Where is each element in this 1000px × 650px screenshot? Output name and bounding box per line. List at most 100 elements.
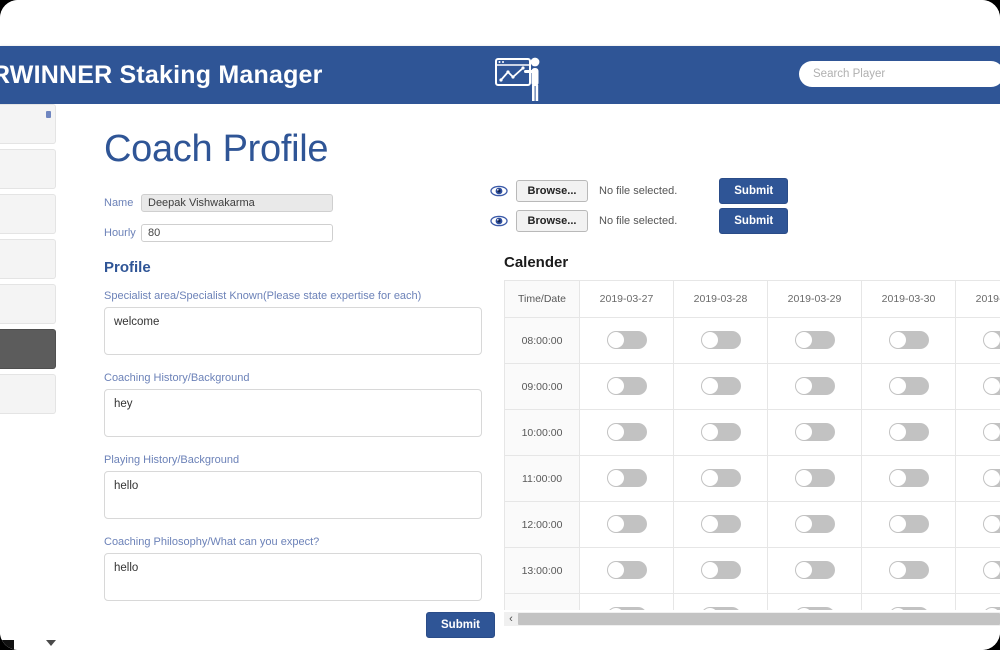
availability-toggle[interactable] <box>794 377 835 396</box>
availability-toggle[interactable] <box>888 515 929 534</box>
availability-toggle[interactable] <box>606 607 647 610</box>
slot-cell[interactable] <box>861 593 956 610</box>
sidebar-item-2[interactable] <box>0 149 56 189</box>
slot-cell[interactable] <box>861 317 956 364</box>
sidebar-item-5[interactable] <box>0 284 56 324</box>
availability-toggle[interactable] <box>794 469 835 488</box>
coaching-history-textarea[interactable]: hey <box>104 389 482 437</box>
availability-toggle[interactable] <box>700 469 741 488</box>
slot-cell[interactable] <box>579 317 674 364</box>
availability-toggle[interactable] <box>700 607 741 610</box>
sidebar-item-1[interactable] <box>0 104 56 144</box>
availability-toggle[interactable] <box>700 561 741 580</box>
slot-cell[interactable] <box>861 409 956 456</box>
availability-toggle[interactable] <box>606 561 647 580</box>
availability-toggle[interactable] <box>982 423 1000 442</box>
scroll-left-arrow-icon[interactable]: ‹ <box>504 612 518 626</box>
specialist-area-textarea[interactable]: welcome <box>104 307 482 355</box>
scrollbar-thumb[interactable] <box>518 613 1000 625</box>
availability-toggle[interactable] <box>888 331 929 350</box>
availability-toggle[interactable] <box>982 561 1000 580</box>
availability-toggle[interactable] <box>888 423 929 442</box>
availability-toggle[interactable] <box>794 423 835 442</box>
slot-cell[interactable] <box>579 363 674 410</box>
slot-cell[interactable] <box>579 593 674 610</box>
availability-toggle[interactable] <box>794 515 835 534</box>
name-input[interactable] <box>141 194 333 212</box>
slot-cell[interactable] <box>673 593 768 610</box>
sidebar-item-7[interactable] <box>0 374 56 414</box>
slot-cell[interactable] <box>955 317 1000 364</box>
slot-cell[interactable] <box>861 455 956 502</box>
slot-cell[interactable] <box>767 363 862 410</box>
slot-cell[interactable] <box>579 409 674 456</box>
slot-cell[interactable] <box>955 409 1000 456</box>
slot-cell[interactable] <box>767 501 862 548</box>
availability-toggle[interactable] <box>982 515 1000 534</box>
playing-history-textarea[interactable]: hello <box>104 471 482 519</box>
slot-cell[interactable] <box>767 455 862 502</box>
availability-toggle[interactable] <box>700 331 741 350</box>
playing-history-label: Playing History/Background <box>104 454 240 466</box>
slot-cell[interactable] <box>673 363 768 410</box>
availability-toggle[interactable] <box>794 561 835 580</box>
availability-toggle[interactable] <box>982 607 1000 610</box>
availability-toggle[interactable] <box>606 515 647 534</box>
browse-button-2[interactable]: Browse... <box>516 210 588 232</box>
slot-cell[interactable] <box>955 501 1000 548</box>
slot-cell[interactable] <box>767 409 862 456</box>
availability-toggle[interactable] <box>982 331 1000 350</box>
sidebar-item-3[interactable] <box>0 194 56 234</box>
availability-toggle[interactable] <box>700 423 741 442</box>
availability-toggle[interactable] <box>888 469 929 488</box>
upload-submit-button-2[interactable]: Submit <box>719 208 789 234</box>
slot-cell[interactable] <box>673 547 768 594</box>
slot-cell[interactable] <box>955 547 1000 594</box>
availability-toggle[interactable] <box>700 515 741 534</box>
browse-button-1[interactable]: Browse... <box>516 180 588 202</box>
sidebar-item-6-active[interactable] <box>0 329 56 369</box>
search-input[interactable] <box>799 61 1000 87</box>
slot-cell[interactable] <box>673 501 768 548</box>
availability-toggle[interactable] <box>982 469 1000 488</box>
sidebar-scroll-down-arrow[interactable] <box>46 640 56 646</box>
slot-cell[interactable] <box>861 363 956 410</box>
slot-cell[interactable] <box>861 501 956 548</box>
slot-cell[interactable] <box>579 455 674 502</box>
availability-toggle[interactable] <box>794 607 835 610</box>
availability-toggle[interactable] <box>888 561 929 580</box>
eye-icon[interactable] <box>490 213 508 229</box>
coaching-philosophy-textarea[interactable]: hello <box>104 553 482 601</box>
time-cell: 10:00:00 <box>504 409 580 456</box>
calendar-heading: Calender <box>504 254 569 271</box>
availability-toggle[interactable] <box>606 423 647 442</box>
slot-cell[interactable] <box>767 547 862 594</box>
slot-cell[interactable] <box>673 455 768 502</box>
sidebar-item-4[interactable] <box>0 239 56 279</box>
calendar-horizontal-scrollbar[interactable]: ‹ <box>504 612 1000 626</box>
slot-cell[interactable] <box>673 409 768 456</box>
slot-cell[interactable] <box>767 593 862 610</box>
availability-toggle[interactable] <box>700 377 741 396</box>
availability-toggle[interactable] <box>794 331 835 350</box>
availability-toggle[interactable] <box>606 469 647 488</box>
slot-cell[interactable] <box>767 317 862 364</box>
slot-cell[interactable] <box>955 363 1000 410</box>
profile-submit-button[interactable]: Submit <box>426 612 495 638</box>
slot-cell[interactable] <box>955 593 1000 610</box>
availability-toggle[interactable] <box>606 331 647 350</box>
slot-cell[interactable] <box>955 455 1000 502</box>
slot-cell[interactable] <box>579 501 674 548</box>
availability-toggle[interactable] <box>888 607 929 610</box>
availability-toggle[interactable] <box>982 377 1000 396</box>
coaching-philosophy-label: Coaching Philosophy/What can you expect? <box>104 536 320 548</box>
slot-cell[interactable] <box>579 547 674 594</box>
availability-toggle[interactable] <box>606 377 647 396</box>
search-player-container[interactable] <box>799 61 1000 87</box>
hourly-input[interactable] <box>141 224 333 242</box>
eye-icon[interactable] <box>490 183 508 199</box>
availability-toggle[interactable] <box>888 377 929 396</box>
slot-cell[interactable] <box>861 547 956 594</box>
upload-submit-button-1[interactable]: Submit <box>719 178 789 204</box>
slot-cell[interactable] <box>673 317 768 364</box>
